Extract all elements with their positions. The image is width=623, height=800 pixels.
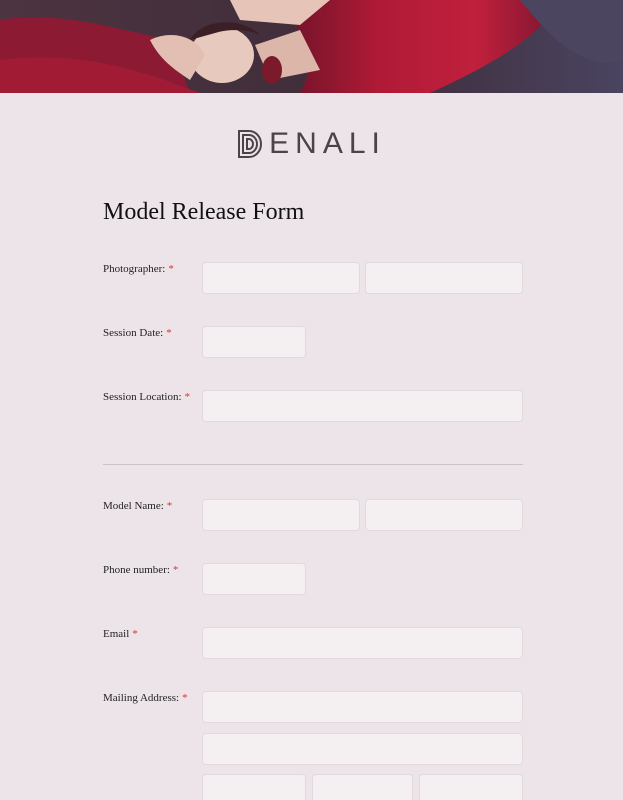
city-input[interactable] [202, 774, 306, 800]
required-marker: * [182, 692, 188, 704]
session-date-label: Session Date: * [103, 327, 172, 339]
session-date-input[interactable] [202, 326, 306, 358]
model-name-label: Model Name: * [103, 500, 173, 512]
form-title: Model Release Form [103, 199, 305, 225]
model-last-name-input[interactable] [365, 499, 523, 531]
session-location-label: Session Location: * [103, 391, 191, 403]
hero-photo-illustration [0, 0, 623, 93]
street-address-line2-input[interactable] [202, 733, 523, 765]
required-marker: * [184, 391, 191, 403]
street-address-input[interactable] [202, 691, 523, 723]
section-divider [103, 464, 523, 465]
brand-logo: ENALI [0, 122, 623, 166]
photographer-last-name-input[interactable] [365, 262, 523, 294]
phone-number-input[interactable] [202, 563, 306, 595]
denali-d-mark-icon [238, 130, 263, 158]
zip-code-input[interactable] [419, 774, 523, 800]
required-marker: * [132, 628, 138, 640]
model-first-name-input[interactable] [202, 499, 360, 531]
state-input[interactable] [312, 774, 413, 800]
photographer-label: Photographer: * [103, 263, 174, 275]
photographer-first-name-input[interactable] [202, 262, 360, 294]
email-label: Email * [103, 628, 138, 640]
phone-number-label: Phone number: * [103, 564, 179, 576]
required-marker: * [166, 327, 172, 339]
required-marker: * [168, 263, 174, 275]
brand-wordmark: ENALI [269, 127, 386, 160]
required-marker: * [166, 500, 173, 512]
email-input[interactable] [202, 627, 523, 659]
mailing-address-label: Mailing Address: * [103, 692, 188, 704]
hero-banner-image [0, 0, 623, 93]
required-marker: * [172, 564, 179, 576]
session-location-input[interactable] [202, 390, 523, 422]
